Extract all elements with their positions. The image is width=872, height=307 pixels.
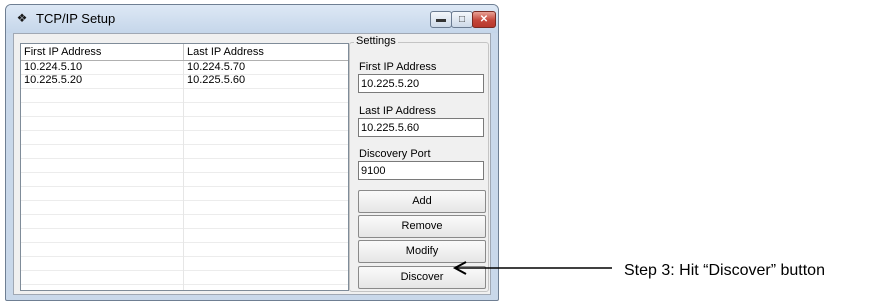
last-ip-input[interactable]: [358, 118, 484, 137]
maximize-button[interactable]: □: [451, 11, 473, 28]
title-bar[interactable]: ❖ TCP/IP Setup ▬ □ ✕: [6, 5, 498, 33]
minimize-button[interactable]: ▬: [430, 11, 452, 28]
window-title: TCP/IP Setup: [36, 11, 116, 26]
first-ip-cell: 10.225.5.20: [24, 74, 83, 86]
client-area: First IP Address Last IP Address 10.224.…: [13, 33, 491, 295]
diamond-icon[interactable]: ❖: [16, 12, 28, 24]
minimize-icon: ▬: [436, 14, 446, 25]
table-row[interactable]: 10.225.5.20 10.225.5.60: [21, 74, 348, 87]
table-row[interactable]: 10.224.5.10 10.224.5.70: [21, 61, 348, 74]
column-header-first-ip[interactable]: First IP Address: [21, 44, 184, 60]
column-header-last-ip[interactable]: Last IP Address: [184, 44, 348, 60]
settings-group-label: Settings: [354, 35, 398, 47]
modify-button[interactable]: Modify: [358, 240, 486, 263]
add-button[interactable]: Add: [358, 190, 486, 213]
close-icon: ✕: [479, 14, 489, 25]
discovery-port-label: Discovery Port: [359, 148, 431, 160]
last-ip-cell: 10.224.5.70: [187, 61, 246, 73]
list-body: 10.224.5.10 10.224.5.70 10.225.5.20 10.2…: [21, 61, 348, 290]
first-ip-cell: 10.224.5.10: [24, 61, 83, 73]
close-button[interactable]: ✕: [472, 11, 496, 28]
first-ip-input[interactable]: [358, 74, 484, 93]
ip-range-list[interactable]: First IP Address Last IP Address 10.224.…: [20, 43, 349, 291]
annotation-step-text: Step 3: Hit “Discover” button: [624, 262, 825, 279]
remove-button[interactable]: Remove: [358, 215, 486, 238]
discovery-port-input[interactable]: [358, 161, 484, 180]
last-ip-cell: 10.225.5.60: [187, 74, 246, 86]
first-ip-label: First IP Address: [359, 61, 437, 73]
settings-group: Settings First IP Address Last IP Addres…: [349, 35, 489, 292]
last-ip-label: Last IP Address: [359, 105, 436, 117]
left-arrow-icon: [452, 261, 612, 275]
maximize-icon: □: [458, 14, 466, 25]
list-header: First IP Address Last IP Address: [21, 44, 348, 61]
column-divider: [183, 61, 184, 290]
tcpip-setup-window: ❖ TCP/IP Setup ▬ □ ✕ First IP Address La…: [5, 4, 499, 301]
